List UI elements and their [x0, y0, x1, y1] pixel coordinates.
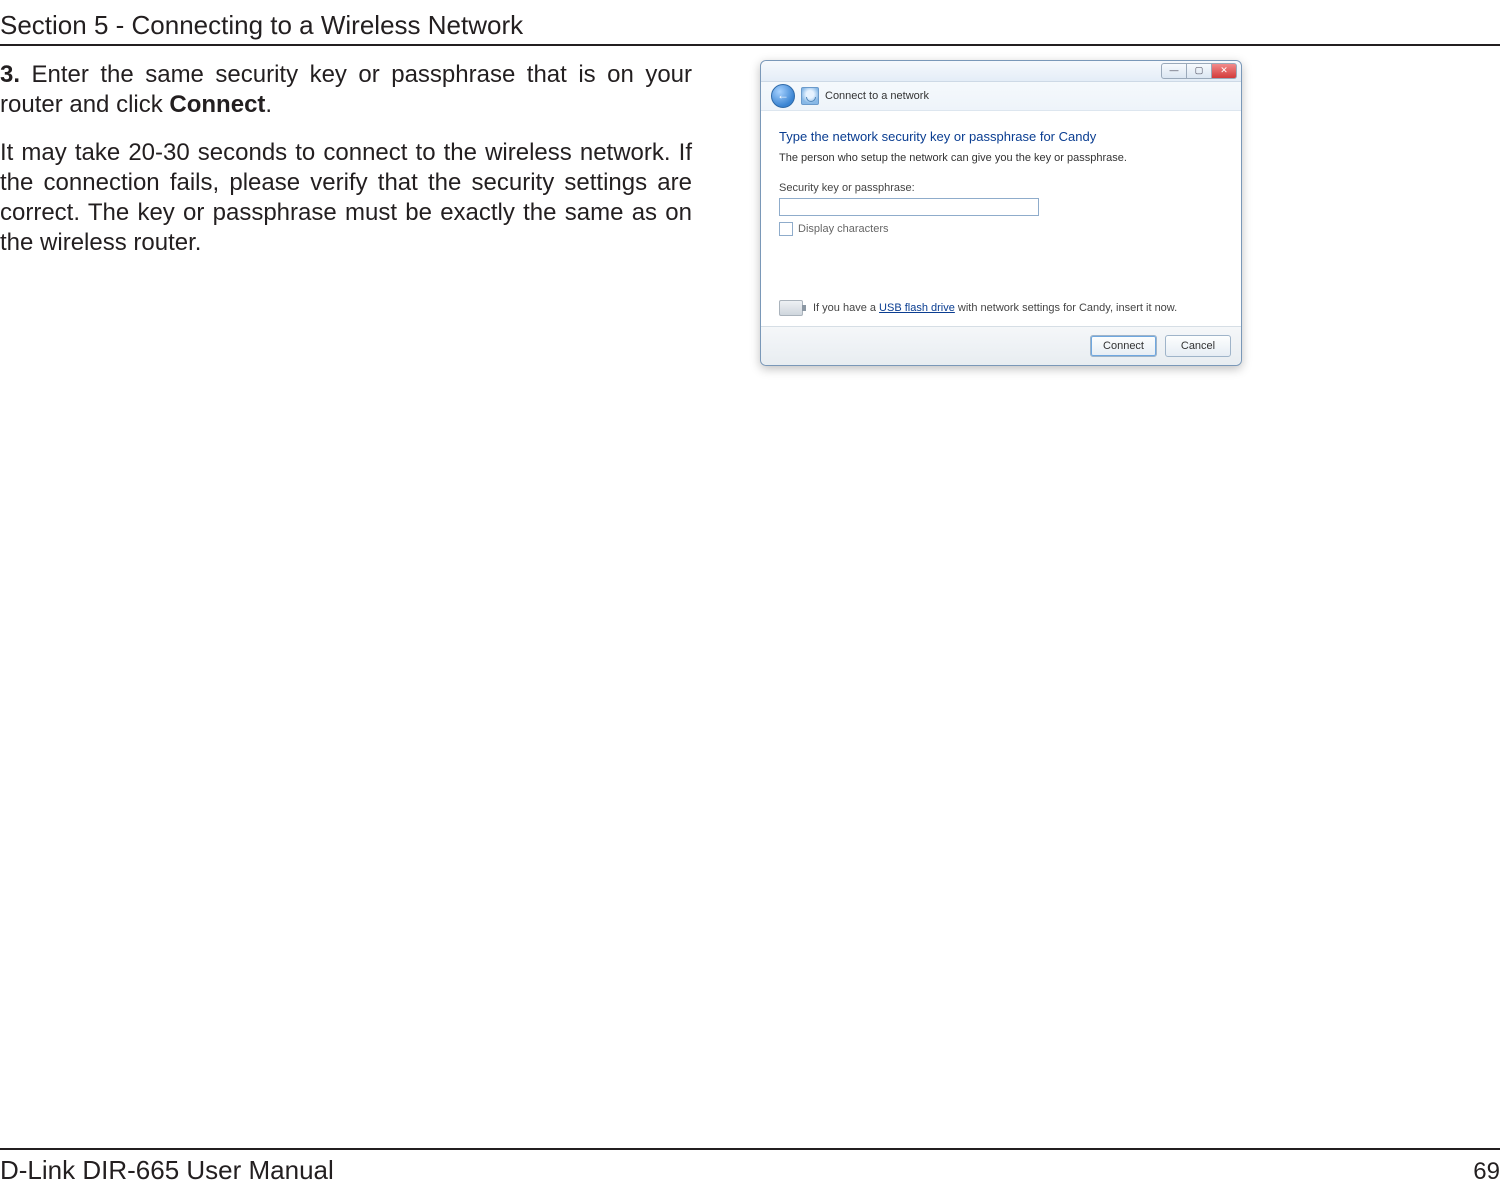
divider-bottom: [0, 1148, 1500, 1150]
section-header: Section 5 - Connecting to a Wireless Net…: [0, 10, 523, 41]
back-button[interactable]: ←: [771, 84, 795, 108]
footer-manual-title: D-Link DIR-665 User Manual: [0, 1155, 334, 1186]
display-characters-row: Display characters: [779, 222, 1223, 236]
divider-top: [0, 44, 1500, 46]
usb-drive-icon: [779, 300, 803, 316]
dialog-title: Type the network security key or passphr…: [779, 129, 1223, 144]
body-text-block: 3. Enter the same security key or passph…: [0, 60, 692, 258]
paragraph-note: It may take 20-30 seconds to connect to …: [0, 138, 692, 258]
usb-text-b: with network settings for Candy, insert …: [955, 302, 1177, 314]
dialog-content: Type the network security key or passphr…: [761, 111, 1241, 326]
dialog-subtitle: The person who setup the network can giv…: [779, 152, 1223, 164]
minimize-button[interactable]: —: [1161, 63, 1187, 79]
cancel-button[interactable]: Cancel: [1165, 335, 1231, 357]
passphrase-label: Security key or passphrase:: [779, 182, 1223, 194]
usb-hint-text: If you have a USB flash drive with netwo…: [813, 302, 1177, 314]
usb-text-a: If you have a: [813, 302, 879, 314]
step-text-a: Enter the same security key or passphras…: [0, 61, 692, 118]
network-icon: [801, 87, 819, 105]
window-titlebar: — ▢ ✕: [761, 61, 1241, 82]
step-number: 3.: [0, 61, 20, 88]
usb-flash-drive-link[interactable]: USB flash drive: [879, 302, 955, 314]
dialog-nav-text: Connect to a network: [825, 90, 929, 102]
usb-hint-row: If you have a USB flash drive with netwo…: [779, 300, 1223, 316]
maximize-button[interactable]: ▢: [1187, 63, 1212, 79]
display-characters-label: Display characters: [798, 223, 888, 235]
dialog-nav-row: ← Connect to a network: [761, 82, 1241, 111]
passphrase-input[interactable]: [779, 198, 1039, 216]
page-number: 69: [1473, 1158, 1500, 1186]
step-text-b: .: [265, 91, 272, 118]
close-button[interactable]: ✕: [1212, 63, 1237, 79]
window-buttons: — ▢ ✕: [1161, 63, 1237, 79]
dialog-button-bar: Connect Cancel: [761, 326, 1241, 365]
connect-network-dialog: — ▢ ✕ ← Connect to a network Type the ne…: [760, 60, 1242, 366]
step-3: 3. Enter the same security key or passph…: [0, 60, 692, 120]
step-bold: Connect: [169, 91, 265, 118]
display-characters-checkbox[interactable]: [779, 222, 793, 236]
connect-button[interactable]: Connect: [1090, 335, 1157, 357]
